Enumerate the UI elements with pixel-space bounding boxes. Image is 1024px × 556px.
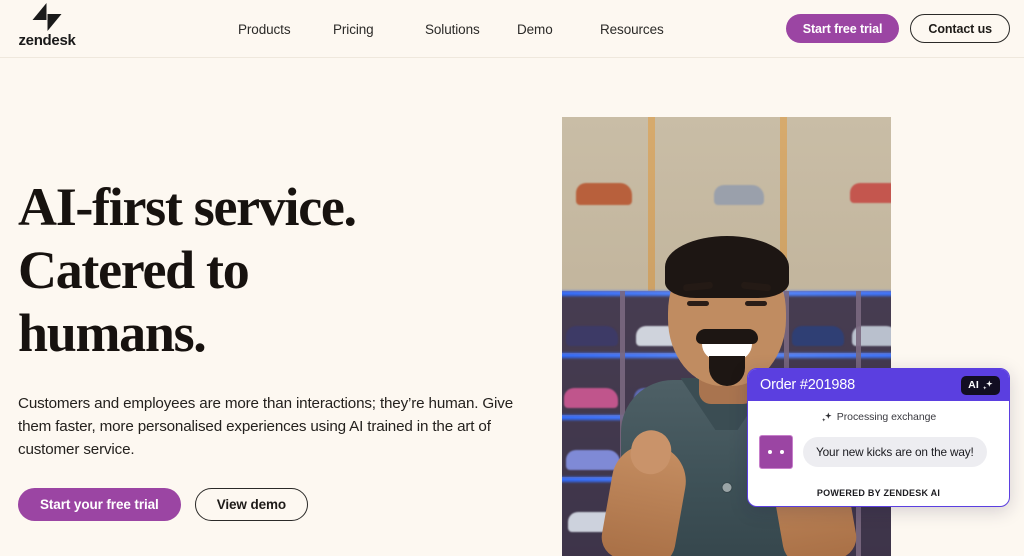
chat-card-header: Order #201988 AI [748, 369, 1009, 401]
nav-item-demo[interactable]: Demo [517, 22, 600, 37]
bot-avatar-icon [759, 435, 793, 469]
processing-status: Processing exchange [759, 411, 998, 423]
chat-message-row: Your new kicks are on the way! [759, 435, 998, 469]
contact-us-button[interactable]: Contact us [910, 14, 1010, 43]
bot-eye [780, 450, 784, 454]
zendesk-wordmark: zendesk [18, 32, 76, 49]
person-moustache [695, 329, 758, 344]
nav-item-resources[interactable]: Resources [600, 22, 690, 37]
hero-copy-block: AI-first service. Catered to humans. Cus… [18, 176, 548, 521]
ai-badge-label: AI [968, 379, 979, 391]
order-chat-card: Order #201988 AI Processing exchange You… [747, 368, 1010, 507]
sparkle-icon [821, 411, 832, 422]
headline-line-2: Catered to [18, 240, 250, 300]
powered-by-label: POWERED BY ZENDESK AI [816, 488, 941, 498]
headline-line-1: AI-first service. [18, 177, 357, 237]
hero-headline: AI-first service. Catered to humans. [18, 176, 548, 365]
hero-subcopy: Customers and employees are more than in… [18, 395, 514, 458]
nav-item-products[interactable]: Products [238, 22, 333, 37]
sparkle-icon [983, 379, 993, 390]
person-eye [744, 301, 767, 306]
headline-line-3: humans. [18, 303, 207, 363]
chat-card-body: Processing exchange Your new kicks are o… [748, 401, 1009, 506]
start-your-free-trial-button[interactable]: Start your free trial [18, 488, 181, 521]
main-navigation: Products Pricing Solutions Demo Resource… [238, 0, 690, 58]
nav-item-pricing[interactable]: Pricing [333, 22, 425, 37]
order-title: Order #201988 [760, 377, 855, 393]
processing-status-text: Processing exchange [836, 411, 937, 423]
ai-badge: AI [961, 375, 1000, 395]
nav-item-solutions[interactable]: Solutions [425, 22, 517, 37]
person-eye [686, 301, 709, 306]
chat-message-bubble: Your new kicks are on the way! [803, 437, 987, 467]
view-demo-button[interactable]: View demo [194, 488, 309, 521]
top-shelf-sneaker [850, 183, 891, 203]
bot-eye [768, 450, 772, 454]
hero-cta-row: Start your free trial View demo [18, 488, 548, 521]
header-actions: Start free trial Contact us [785, 14, 1010, 43]
site-header: zendesk Products Pricing Solutions Demo … [0, 0, 1024, 58]
zendesk-logo-icon [32, 3, 62, 31]
shirt-button [722, 483, 731, 492]
zendesk-logo[interactable]: zendesk [18, 3, 76, 49]
start-free-trial-button[interactable]: Start free trial [785, 14, 900, 43]
